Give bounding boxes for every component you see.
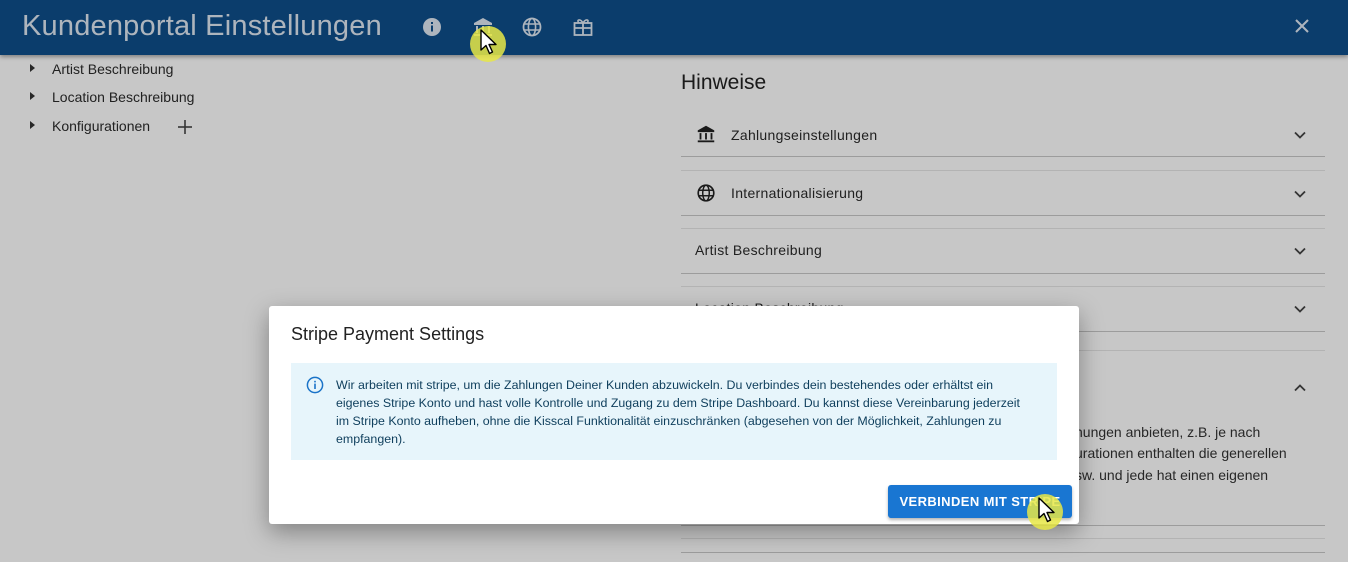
stripe-payment-dialog: Stripe Payment Settings Wir arbeiten mit…: [269, 306, 1079, 524]
mouse-pointer-icon: [1037, 497, 1059, 525]
info-icon: [305, 375, 325, 395]
mouse-pointer-icon: [479, 29, 501, 57]
dialog-title: Stripe Payment Settings: [291, 324, 485, 344]
info-alert: Wir arbeiten mit stripe, um die Zahlunge…: [291, 363, 1057, 460]
alert-message: Wir arbeiten mit stripe, um die Zahlunge…: [336, 378, 1020, 446]
